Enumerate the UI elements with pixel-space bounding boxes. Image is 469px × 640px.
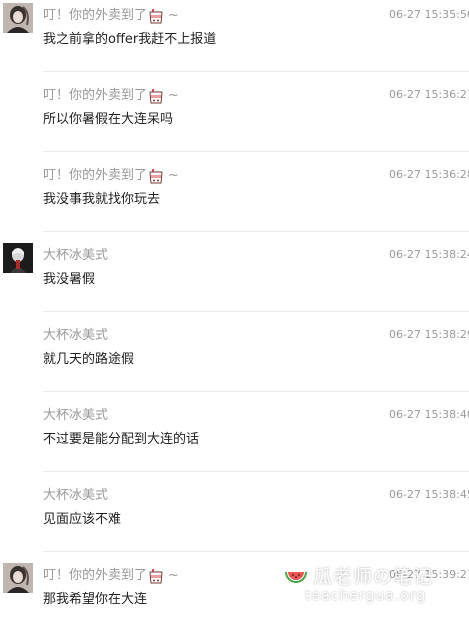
chat-message: 大杯冰美式 06-27 15:38:24 我没暑假 [0,240,469,320]
sender-name-text: 叮！你的外卖到了 [43,88,148,103]
sender-name-text: 大杯冰美式 [43,248,109,263]
avatar[interactable] [3,3,33,33]
watermelon-icon [283,564,309,590]
message-text: 不过要是能分配到大连的话 [43,432,200,447]
bubble-tea-icon [148,168,164,184]
message-text: 我没事我就找你玩去 [43,192,161,207]
watermark-title: 瓜老师の笔记 [313,566,434,588]
message-time: 06-27 15:38:40 [389,408,469,421]
watermark: 瓜老师の笔记 teachergua.org [283,560,469,608]
avatar[interactable] [3,243,33,273]
bubble-tea-icon [148,88,164,104]
divider [43,71,469,72]
chat-message: 叮！你的外卖到了 ~ 06-27 15:36:28 我没事我就找你玩去 [0,160,469,240]
divider [43,391,469,392]
message-time: 06-27 15:38:29 [389,328,469,341]
message-time: 06-27 15:36:28 [389,168,469,181]
sender-name: 大杯冰美式 [43,327,108,345]
sender-suffix: ~ [168,568,179,583]
chat-message: 大杯冰美式 06-27 15:38:45 见面应该不难 [0,480,469,560]
sender-name: 叮！你的外卖到了 ~ [43,7,179,25]
chat-message: 大杯冰美式 06-27 15:38:29 就几天的路途假 [0,320,469,400]
message-text: 就几天的路途假 [43,352,135,367]
message-time: 06-27 15:38:45 [389,488,469,501]
message-text: 所以你暑假在大连呆吗 [43,112,174,127]
divider [43,151,469,152]
message-text: 我没暑假 [43,272,96,287]
message-text: 我之前拿的offer我赶不上报道 [43,32,217,47]
sender-name-text: 叮！你的外卖到了 [43,8,148,23]
sender-suffix: ~ [168,88,179,103]
sender-name-text: 叮！你的外卖到了 [43,168,148,183]
sender-name-text: 大杯冰美式 [43,488,109,503]
message-text: 那我希望你在大连 [43,592,148,607]
sender-suffix: ~ [168,168,179,183]
chat-message: 叮！你的外卖到了 ~ 06-27 15:36:21 所以你暑假在大连呆吗 [0,80,469,160]
message-time: 06-27 15:38:24 [389,248,469,261]
message-text: 见面应该不难 [43,512,122,527]
avatar[interactable] [3,563,33,593]
sender-name: 叮！你的外卖到了 ~ [43,567,179,585]
message-time: 06-27 15:36:21 [389,88,469,101]
divider [43,471,469,472]
sender-name: 大杯冰美式 [43,407,108,425]
sender-name-text: 叮！你的外卖到了 [43,568,148,583]
divider [43,311,469,312]
chat-message: 大杯冰美式 06-27 15:38:40 不过要是能分配到大连的话 [0,400,469,480]
sender-name: 叮！你的外卖到了 ~ [43,87,179,105]
divider [43,231,469,232]
sender-name-text: 大杯冰美式 [43,328,109,343]
bubble-tea-icon [148,568,164,584]
chat-message: 叮！你的外卖到了 ~ 06-27 15:35:50 我之前拿的offer我赶不上… [0,0,469,80]
sender-name: 叮！你的外卖到了 ~ [43,167,179,185]
sender-suffix: ~ [168,8,179,23]
sender-name: 大杯冰美式 [43,487,108,505]
watermark-site: teachergua.org [305,588,427,604]
bubble-tea-icon [148,8,164,24]
message-time: 06-27 15:35:50 [389,8,469,21]
divider [43,551,469,552]
sender-name-text: 大杯冰美式 [43,408,109,423]
sender-name: 大杯冰美式 [43,247,108,265]
